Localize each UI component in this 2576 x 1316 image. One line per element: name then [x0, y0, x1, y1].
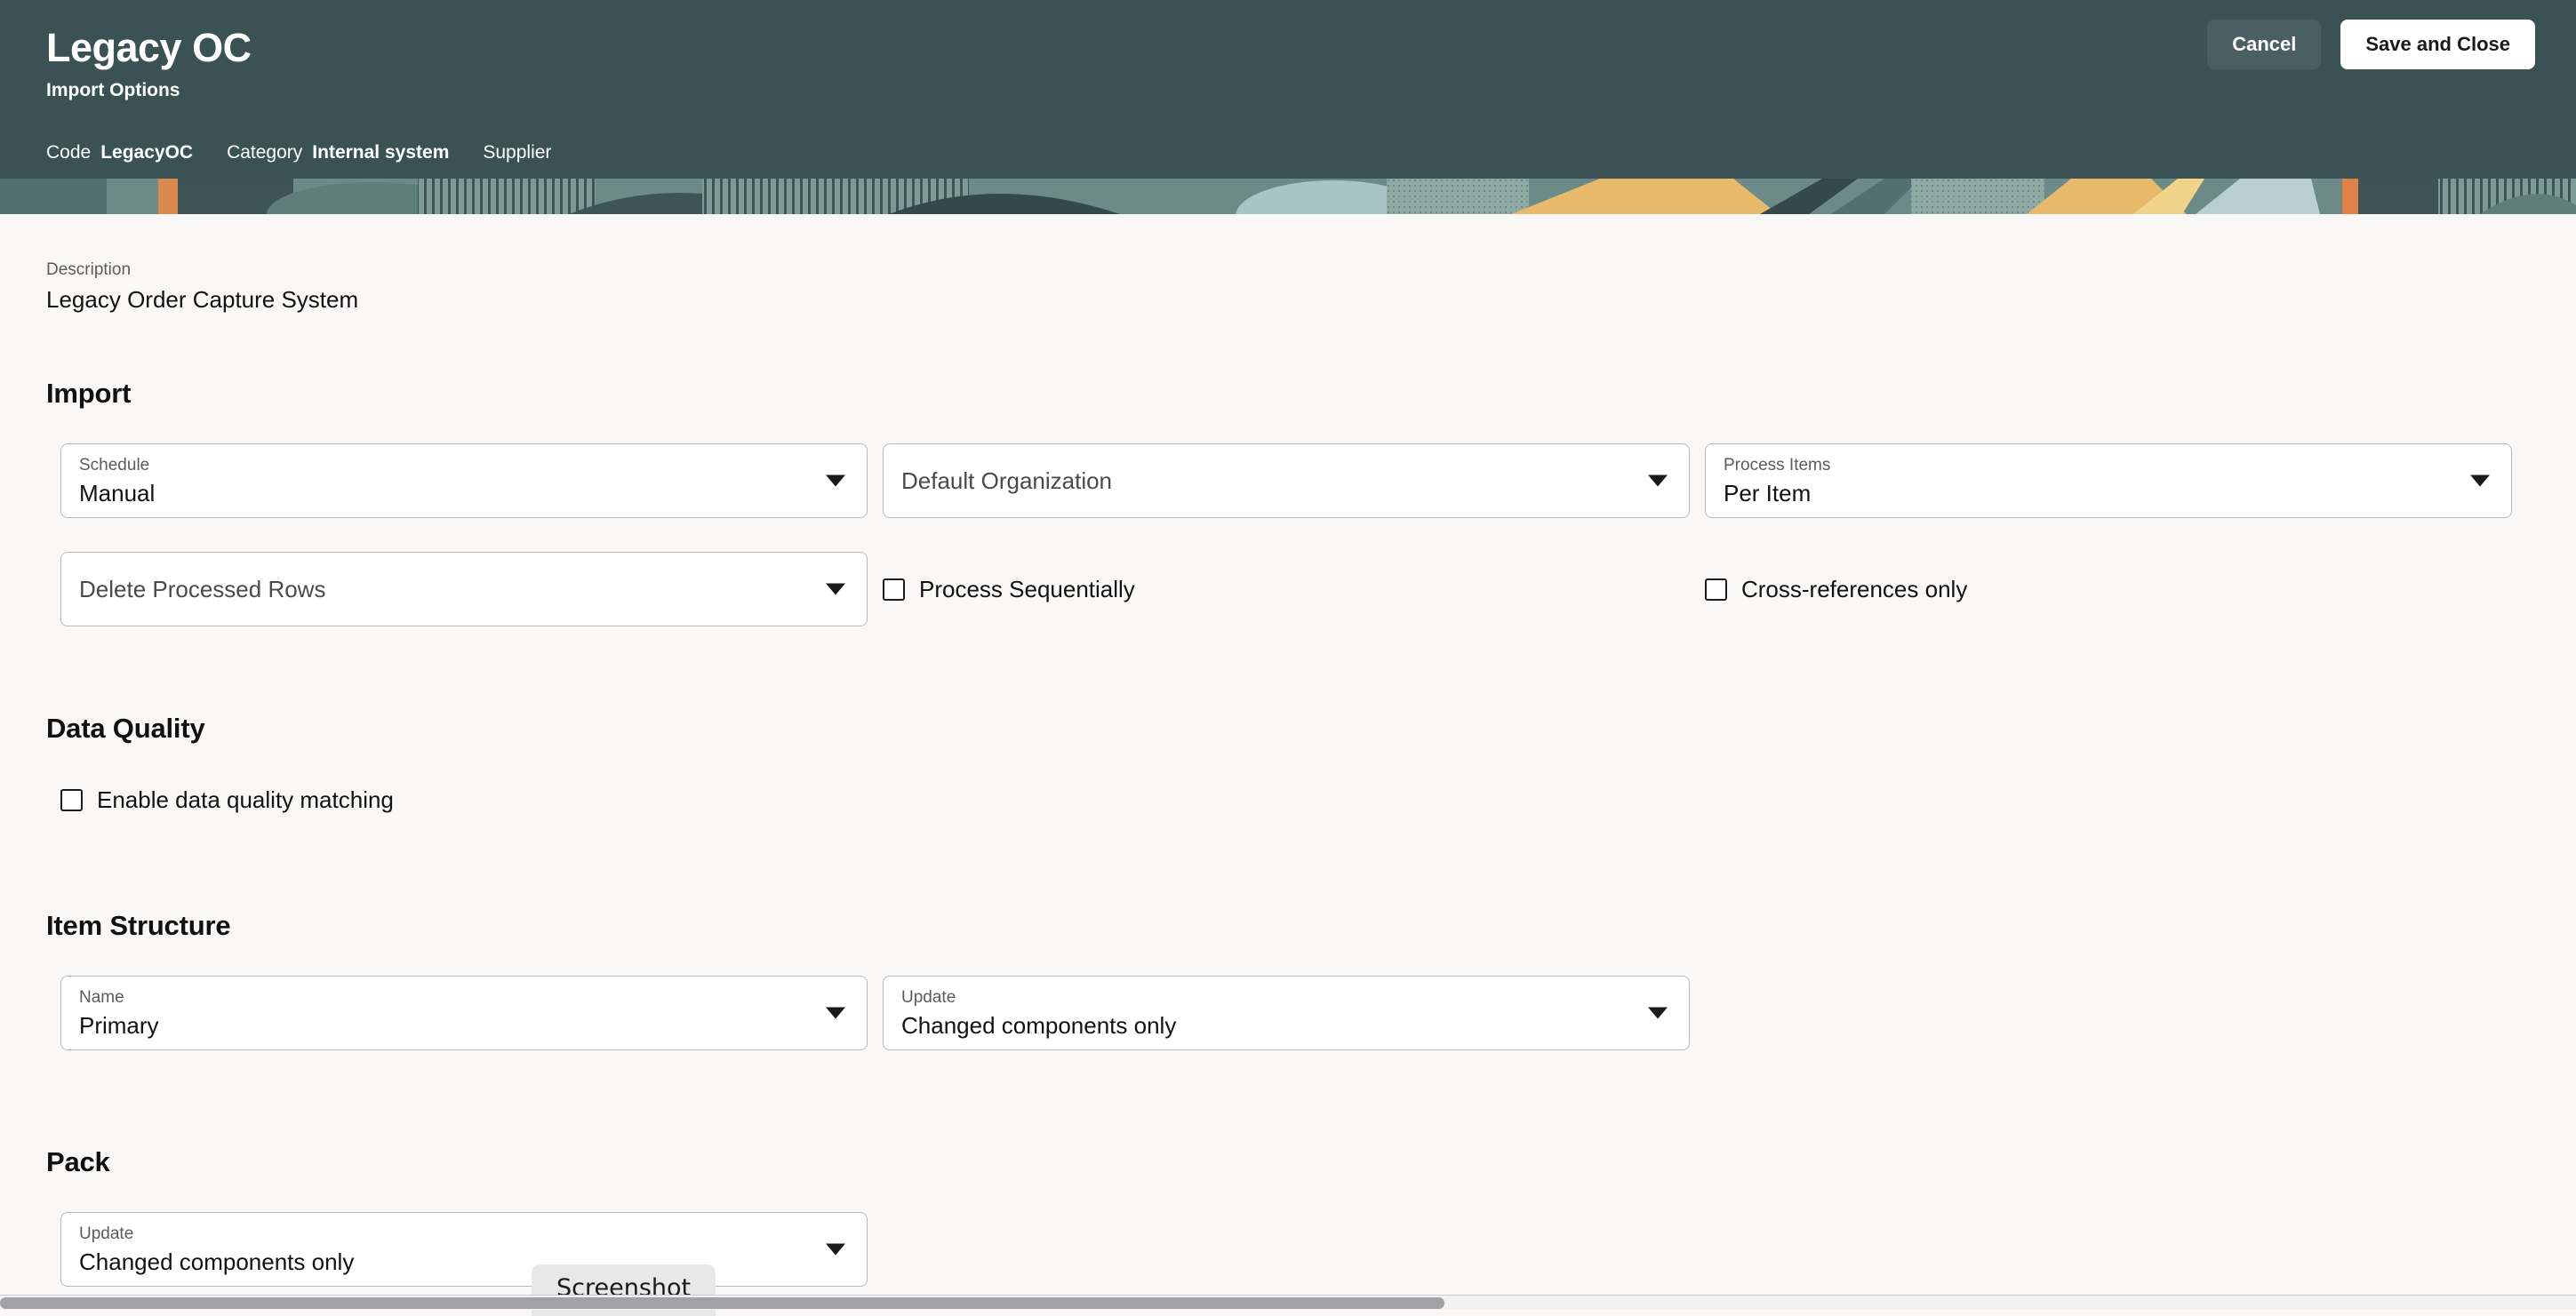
process-items-select[interactable]: Process Items Per Item [1705, 443, 2512, 518]
item-structure-update-value: Changed components only [901, 1011, 1636, 1041]
pack-update-label: Update [79, 1224, 813, 1245]
process-items-label: Process Items [1724, 456, 2458, 476]
meta-category-value: Internal system [312, 142, 449, 164]
meta-code-value: LegacyOC [100, 142, 193, 164]
header-actions: Cancel Save and Close [2207, 20, 2535, 69]
process-sequentially-col: Process Sequentially [868, 552, 1691, 626]
app-header: Legacy OC Import Options Code LegacyOC C… [0, 0, 2576, 214]
chevron-down-icon [1648, 1008, 1668, 1019]
page-title: Legacy OC [46, 27, 2576, 69]
item-structure-update-select[interactable]: Update Changed components only [883, 976, 1690, 1050]
meta-supplier-label: Supplier [483, 142, 551, 164]
chevron-down-icon [826, 584, 845, 595]
chevron-down-icon [826, 475, 845, 487]
item-structure-name-col: Name Primary [46, 976, 868, 1050]
item-structure-name-value: Primary [79, 1011, 813, 1041]
default-organization-placeholder: Default Organization [901, 469, 1112, 492]
schedule-label: Schedule [79, 456, 813, 476]
chevron-down-icon [826, 1244, 845, 1256]
page-subtitle: Import Options [46, 80, 2576, 101]
chevron-down-icon [826, 1008, 845, 1019]
save-and-close-button[interactable]: Save and Close [2340, 20, 2535, 69]
page-body: Description Legacy Order Capture System … [0, 214, 2576, 1310]
horizontal-scrollbar[interactable] [0, 1295, 2576, 1310]
section-title-import: Import [46, 378, 2576, 410]
enable-data-quality-matching-label: Enable data quality matching [97, 786, 394, 814]
default-organization-select[interactable]: Default Organization [883, 443, 1690, 518]
description-label: Description [46, 259, 2576, 281]
import-field-row-2: Delete Processed Rows Process Sequential… [46, 552, 2576, 626]
process-items-col: Process Items Per Item [1691, 443, 2513, 518]
delete-processed-rows-col: Delete Processed Rows [46, 552, 868, 626]
schedule-value: Manual [79, 479, 813, 508]
description-value: Legacy Order Capture System [46, 285, 2576, 315]
checkbox-icon[interactable] [883, 578, 905, 601]
default-organization-col: Default Organization [868, 443, 1691, 518]
item-structure-name-select[interactable]: Name Primary [60, 976, 868, 1050]
schedule-select[interactable]: Schedule Manual [60, 443, 868, 518]
delete-processed-rows-placeholder: Delete Processed Rows [79, 578, 325, 601]
process-sequentially-label: Process Sequentially [919, 576, 1135, 603]
item-structure-update-label: Update [901, 988, 1636, 1009]
meta-category-label: Category [227, 142, 302, 164]
item-structure-field-row: Name Primary Update Changed components o… [46, 976, 2576, 1050]
pack-field-row: Update Changed components only [46, 1212, 2576, 1287]
schedule-col: Schedule Manual [46, 443, 868, 518]
enable-data-quality-matching-checkbox-row[interactable]: Enable data quality matching [46, 786, 2576, 814]
delete-processed-rows-select[interactable]: Delete Processed Rows [60, 552, 868, 626]
cross-references-only-checkbox-row[interactable]: Cross-references only [1705, 552, 2513, 626]
import-field-row-1: Schedule Manual Default Organization Pro… [46, 443, 2576, 518]
item-structure-name-label: Name [79, 988, 813, 1009]
process-sequentially-checkbox-row[interactable]: Process Sequentially [883, 552, 1691, 626]
meta-code-label: Code [46, 142, 91, 164]
horizontal-scrollbar-thumb[interactable] [0, 1297, 1444, 1309]
cross-references-only-label: Cross-references only [1741, 576, 1967, 603]
process-items-value: Per Item [1724, 479, 2458, 508]
pack-update-select[interactable]: Update Changed components only [60, 1212, 868, 1287]
chevron-down-icon [2470, 475, 2490, 487]
cross-references-only-col: Cross-references only [1691, 552, 2513, 626]
checkbox-icon[interactable] [1705, 578, 1727, 601]
section-title-pack: Pack [46, 1146, 2576, 1178]
section-title-data-quality: Data Quality [46, 713, 2576, 745]
description-block: Description Legacy Order Capture System [46, 214, 2576, 314]
item-structure-update-col: Update Changed components only [868, 976, 1691, 1050]
chevron-down-icon [1648, 475, 1668, 487]
checkbox-icon[interactable] [60, 789, 83, 811]
decorative-banner-strip [0, 179, 2576, 214]
header-meta-row: Code LegacyOC Category Internal system S… [46, 142, 2576, 164]
cancel-button[interactable]: Cancel [2207, 20, 2321, 69]
section-title-item-structure: Item Structure [46, 910, 2576, 942]
pack-update-col: Update Changed components only [46, 1212, 868, 1287]
